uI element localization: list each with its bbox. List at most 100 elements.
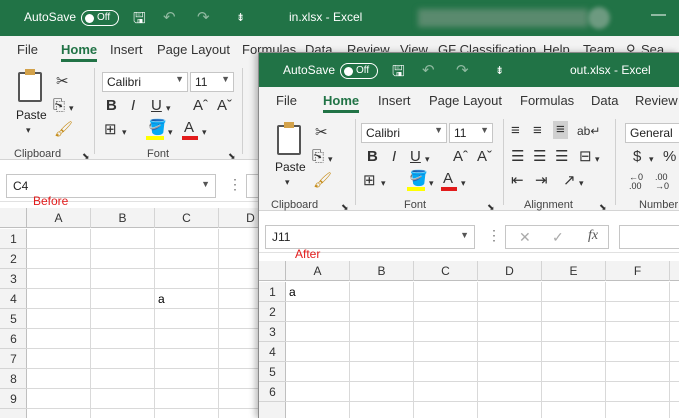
row-header[interactable]: 2 [0,249,27,269]
copy-icon[interactable]: ⎘ [53,98,65,114]
fill-color-dropdown-icon[interactable]: ▾ [429,175,434,191]
currency-dropdown-icon[interactable]: ▾ [649,151,654,167]
bold-icon[interactable]: B [106,98,117,114]
row-header[interactable]: 8 [0,369,27,389]
dialog-launcher-icon[interactable]: ⬊ [228,148,236,164]
redo-icon[interactable]: ↷ [197,8,210,26]
copy-icon[interactable]: ⎘ [312,149,324,165]
format-painter-icon[interactable]: 🖌 [54,122,73,138]
align-middle-icon[interactable]: ≡ [533,123,542,139]
format-painter-icon[interactable]: 🖌 [313,173,332,189]
undo-icon[interactable]: ↶ [163,8,176,26]
select-all-corner[interactable] [259,261,286,281]
column-header-b[interactable]: B [91,208,155,228]
font-size-select[interactable]: 11 ▼ [190,72,234,92]
underline-dropdown-icon[interactable]: ▾ [425,151,430,167]
autosave-toggle[interactable]: Off [81,10,119,26]
insert-function-icon[interactable]: fx [588,228,598,244]
cell-a1[interactable]: a [289,285,296,299]
borders-dropdown-icon[interactable]: ▾ [381,175,386,191]
column-header-e[interactable]: E [542,261,606,281]
increase-decimal-icon[interactable]: ←0.00 [629,173,643,191]
dialog-launcher-icon[interactable]: ⬊ [341,199,349,215]
cut-icon[interactable]: ✂ [56,74,69,90]
save-icon[interactable]: 🖫 [133,8,146,33]
font-color-dropdown-icon[interactable]: ▾ [461,175,466,191]
merge-dropdown-icon[interactable]: ▾ [595,151,600,167]
wrap-text-icon[interactable]: ab↵ [577,123,600,139]
underline-icon[interactable]: U [151,98,162,114]
align-right-icon[interactable]: ☰ [555,149,568,165]
save-icon[interactable]: 🖫 [392,61,405,86]
autosave-toggle[interactable]: Off [340,63,378,79]
row-header[interactable]: 1 [259,282,286,302]
redo-icon[interactable]: ↷ [456,61,469,79]
tab-home[interactable]: Home [61,42,98,62]
tab-file[interactable]: File [276,93,297,108]
underline-dropdown-icon[interactable]: ▾ [166,100,171,116]
font-name-select[interactable]: Calibri ▼ [361,123,447,143]
borders-icon[interactable]: ⊞ [363,173,376,189]
row-header[interactable]: 5 [259,362,286,382]
paste-label[interactable]: Paste [275,160,306,174]
copy-dropdown-icon[interactable]: ▾ [69,100,74,116]
fill-color-icon[interactable]: 🪣 [148,120,167,136]
row-header[interactable] [259,402,286,418]
italic-icon[interactable]: I [131,98,135,114]
row-header[interactable]: 3 [259,322,286,342]
dialog-launcher-icon[interactable]: ⬊ [82,148,90,164]
name-box[interactable]: J11 ▼ [265,225,475,249]
number-format-select[interactable]: General [625,123,679,143]
user-account[interactable] [418,9,588,27]
underline-icon[interactable]: U [410,149,421,165]
borders-dropdown-icon[interactable]: ▾ [122,124,127,140]
dialog-launcher-icon[interactable]: ⬊ [487,199,495,215]
grow-font-icon[interactable]: Aˆ [193,98,208,114]
column-header-d[interactable]: D [478,261,542,281]
font-name-select[interactable]: Calibri ▼ [102,72,188,92]
row-header[interactable]: 7 [0,349,27,369]
tab-insert[interactable]: Insert [110,42,143,57]
column-header-a[interactable]: A [27,208,91,228]
paste-dropdown-icon[interactable]: ▾ [26,122,31,138]
merge-icon[interactable]: ⊟ [579,149,592,165]
enter-icon[interactable]: ✓ [552,229,564,246]
cell-grid[interactable] [286,282,679,418]
orientation-dropdown-icon[interactable]: ▾ [579,175,584,191]
tab-page-layout[interactable]: Page Layout [429,93,502,108]
align-bottom-icon[interactable]: ≡ [553,121,568,139]
dialog-launcher-icon[interactable]: ⬊ [599,199,607,215]
column-header-a[interactable]: A [286,261,350,281]
decrease-decimal-icon[interactable]: .00 →0 [655,173,669,191]
column-header-c[interactable]: C [155,208,219,228]
cell-c4[interactable]: a [158,292,165,306]
formula-bar-more-icon[interactable]: ⋮ [487,227,501,244]
tab-file[interactable]: File [17,42,38,57]
row-header[interactable]: 1 [0,229,27,249]
increase-indent-icon[interactable]: ⇥ [535,173,548,189]
align-left-icon[interactable]: ☰ [511,149,524,165]
formula-bar-more-icon[interactable]: ⋮ [228,176,242,193]
select-all-corner[interactable] [0,208,27,228]
percent-icon[interactable]: % [663,149,676,165]
row-header[interactable]: 9 [0,389,27,409]
tab-data[interactable]: Data [591,93,618,108]
shrink-font-icon[interactable]: Aˇ [217,98,232,114]
undo-icon[interactable]: ↶ [422,61,435,79]
row-header[interactable]: 4 [0,289,27,309]
fill-color-dropdown-icon[interactable]: ▾ [168,124,173,140]
row-header[interactable]: 6 [259,382,286,402]
italic-icon[interactable]: I [392,149,396,165]
paste-icon[interactable] [277,122,301,155]
orientation-icon[interactable]: ↗ [563,173,576,189]
row-header[interactable]: 4 [259,342,286,362]
customize-qat-icon[interactable]: ⇟ [236,11,245,24]
tab-formulas[interactable]: Formulas [520,93,574,108]
font-color-dropdown-icon[interactable]: ▾ [202,124,207,140]
borders-icon[interactable]: ⊞ [104,122,117,138]
tab-page-layout[interactable]: Page Layout [157,42,230,57]
row-header[interactable]: 3 [0,269,27,289]
column-header-c[interactable]: C [414,261,478,281]
align-center-icon[interactable]: ☰ [533,149,546,165]
cut-icon[interactable]: ✂ [315,125,328,141]
